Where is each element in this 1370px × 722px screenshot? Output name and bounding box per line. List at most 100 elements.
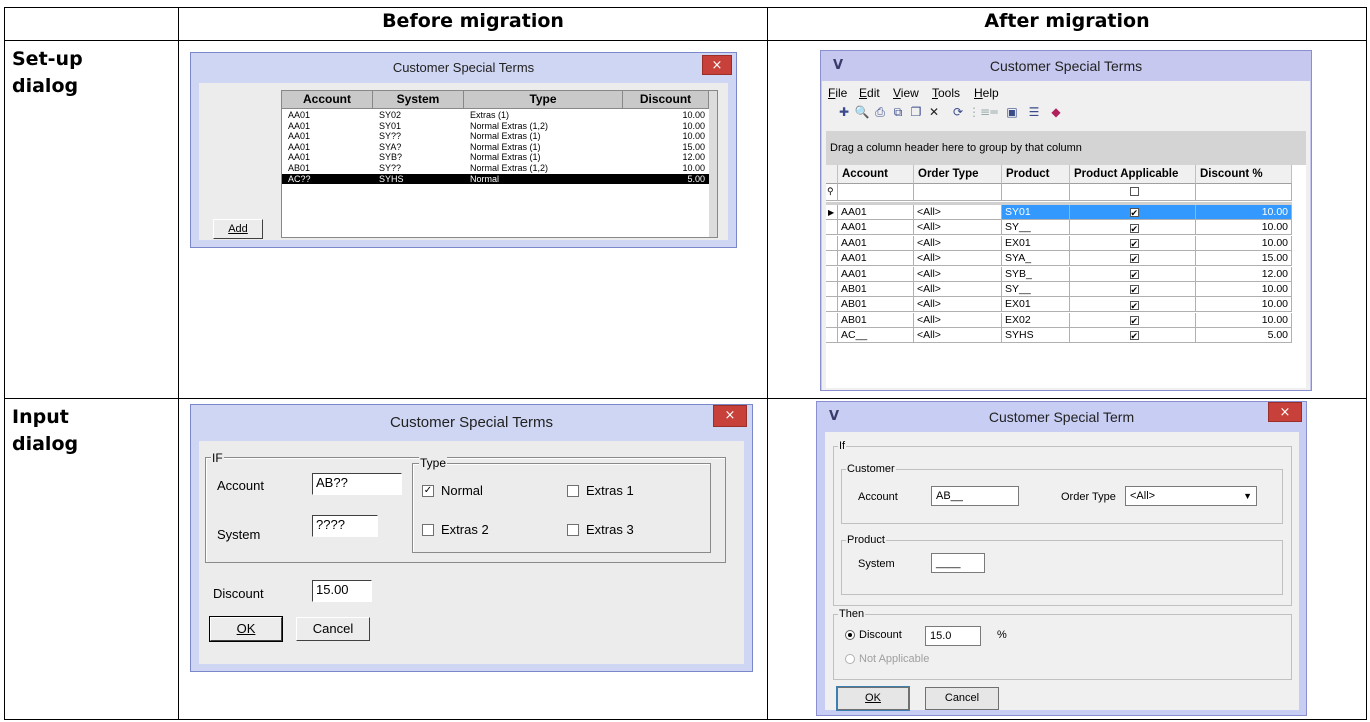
applicable-checkbox[interactable]: ✔ bbox=[1129, 331, 1139, 341]
row-header[interactable] bbox=[826, 297, 838, 313]
extras3-checkbox[interactable] bbox=[567, 524, 579, 536]
cell-order-type[interactable]: <All> bbox=[914, 297, 1002, 313]
ok-button[interactable]: OK bbox=[836, 686, 910, 711]
cell-product[interactable]: EX01 bbox=[1002, 235, 1070, 251]
applicable-cell[interactable]: ✔ bbox=[1070, 282, 1196, 297]
applicable-checkbox[interactable]: ✔ bbox=[1129, 285, 1139, 295]
list-item[interactable]: AB01 SY?? Normal Extras (1,2) 10.00 bbox=[282, 163, 709, 173]
cell-product[interactable]: SY__ bbox=[1002, 282, 1070, 297]
cell-product[interactable]: SYA_ bbox=[1002, 251, 1070, 267]
properties-icon[interactable]: ☰ bbox=[1026, 104, 1042, 120]
row-header[interactable] bbox=[826, 328, 838, 344]
cell-product[interactable]: SY01 bbox=[1002, 205, 1070, 220]
applicable-checkbox[interactable]: ✔ bbox=[1129, 223, 1139, 233]
cell-discount[interactable]: 5.00 bbox=[1196, 328, 1292, 344]
cell-discount[interactable]: 10.00 bbox=[1196, 220, 1292, 236]
preview-icon[interactable]: 🔍 bbox=[854, 104, 870, 120]
column-header[interactable]: Account bbox=[838, 165, 914, 184]
order-type-select[interactable]: <All> ▼ bbox=[1125, 486, 1257, 506]
column-header-type[interactable]: Type bbox=[464, 91, 623, 109]
extras1-checkbox[interactable] bbox=[567, 485, 579, 497]
applicable-checkbox[interactable]: ✔ bbox=[1129, 238, 1139, 248]
column-header-system[interactable]: System bbox=[373, 91, 464, 109]
applicable-cell[interactable]: ✔ bbox=[1070, 297, 1196, 313]
applicable-cell[interactable]: ✔ bbox=[1070, 328, 1196, 344]
applicable-checkbox[interactable]: ✔ bbox=[1129, 315, 1139, 325]
row-header[interactable] bbox=[826, 266, 838, 282]
normal-checkbox[interactable]: ✓ bbox=[422, 485, 434, 497]
new-icon[interactable]: ✚ bbox=[836, 104, 852, 120]
menu-edit[interactable]: Edit bbox=[859, 86, 880, 100]
list-item[interactable]: AA01 SY01 Normal Extras (1,2) 10.00 bbox=[282, 121, 709, 131]
cell-account[interactable]: AA01 bbox=[838, 251, 914, 267]
menu-tools[interactable]: Tools bbox=[932, 86, 960, 100]
row-header[interactable] bbox=[826, 235, 838, 251]
table-row[interactable]: AA01 <All> EX01 ✔ 10.00 bbox=[826, 235, 1292, 251]
discount-input[interactable]: 15.00 bbox=[312, 580, 372, 602]
cell-product[interactable]: SYB_ bbox=[1002, 266, 1070, 282]
applicable-checkbox[interactable]: ✔ bbox=[1129, 269, 1139, 279]
table-row[interactable]: AB01 <All> EX02 ✔ 10.00 bbox=[826, 312, 1292, 328]
applicable-cell[interactable]: ✔ bbox=[1070, 235, 1196, 251]
group-by-band[interactable]: Drag a column header here to group by th… bbox=[826, 131, 1306, 165]
applicable-cell[interactable]: ✔ bbox=[1070, 312, 1196, 328]
applicable-cell[interactable]: ✔ bbox=[1070, 220, 1196, 236]
menu-view[interactable]: View bbox=[893, 86, 919, 100]
table-row[interactable]: AB01 <All> EX01 ✔ 10.00 bbox=[826, 297, 1292, 313]
cell-discount[interactable]: 10.00 bbox=[1196, 205, 1292, 220]
delete-icon[interactable]: ✕ bbox=[926, 104, 942, 120]
account-input[interactable]: AB__ bbox=[931, 486, 1019, 506]
filter-row[interactable]: ⚲ bbox=[826, 184, 1292, 201]
row-header[interactable] bbox=[826, 251, 838, 267]
column-header[interactable]: Product Applicable bbox=[1070, 165, 1196, 184]
cell-order-type[interactable]: <All> bbox=[914, 312, 1002, 328]
filter-cell[interactable] bbox=[838, 184, 914, 201]
cell-product[interactable]: SY__ bbox=[1002, 220, 1070, 236]
cell-account[interactable]: AB01 bbox=[838, 312, 914, 328]
table-row[interactable]: AA01 <All> SYB_ ✔ 12.00 bbox=[826, 266, 1292, 282]
column-header-discount[interactable]: Discount bbox=[623, 91, 709, 109]
row-header[interactable] bbox=[826, 312, 838, 328]
cancel-button[interactable]: Cancel bbox=[925, 687, 999, 710]
column-header[interactable]: Order Type bbox=[914, 165, 1002, 184]
copy-row-icon[interactable]: ⧉ bbox=[890, 104, 906, 120]
list-item[interactable]: AA01 SY02 Extras (1) 10.00 bbox=[282, 110, 709, 120]
cell-product[interactable]: EX02 bbox=[1002, 312, 1070, 328]
terms-grid[interactable]: Drag a column header here to group by th… bbox=[826, 131, 1306, 388]
menu-file[interactable]: File bbox=[828, 86, 847, 100]
cell-account[interactable]: AA01 bbox=[838, 235, 914, 251]
filter-cell[interactable] bbox=[1002, 184, 1070, 201]
table-row[interactable]: AA01 <All> SY__ ✔ 10.00 bbox=[826, 220, 1292, 236]
applicable-checkbox[interactable]: ✔ bbox=[1129, 254, 1139, 264]
cell-account[interactable]: AA01 bbox=[838, 205, 914, 220]
cell-discount[interactable]: 10.00 bbox=[1196, 297, 1292, 313]
cell-account[interactable]: AB01 bbox=[838, 297, 914, 313]
cell-account[interactable]: AC__ bbox=[838, 328, 914, 344]
list-item[interactable]: AA01 SYA? Normal Extras (1) 15.00 bbox=[282, 142, 709, 152]
cell-discount[interactable]: 10.00 bbox=[1196, 282, 1292, 297]
export-icon[interactable]: ▣ bbox=[1004, 104, 1020, 120]
close-button[interactable]: × bbox=[713, 405, 747, 427]
cell-order-type[interactable]: <All> bbox=[914, 282, 1002, 297]
applicable-checkbox[interactable]: ✔ bbox=[1129, 300, 1139, 310]
system-input[interactable]: ???? bbox=[312, 515, 378, 537]
close-button[interactable]: × bbox=[702, 55, 732, 75]
cell-discount[interactable]: 10.00 bbox=[1196, 235, 1292, 251]
table-row[interactable]: AB01 <All> SY__ ✔ 10.00 bbox=[826, 282, 1292, 297]
cell-order-type[interactable]: <All> bbox=[914, 235, 1002, 251]
filter-checkbox[interactable] bbox=[1129, 187, 1139, 197]
old-terms-list[interactable]: Account System Type Discount AA01 SY02 Ext… bbox=[281, 90, 718, 238]
row-header[interactable] bbox=[826, 282, 838, 297]
cell-product[interactable]: SYHS bbox=[1002, 328, 1070, 344]
cell-product[interactable]: EX01 bbox=[1002, 297, 1070, 313]
applicable-cell[interactable]: ✔ bbox=[1070, 205, 1196, 220]
cell-discount[interactable]: 12.00 bbox=[1196, 266, 1292, 282]
applicable-cell[interactable]: ✔ bbox=[1070, 266, 1196, 282]
list-item[interactable]: AC?? SYHS Normal 5.00 bbox=[282, 173, 709, 184]
cell-order-type[interactable]: <All> bbox=[914, 205, 1002, 220]
system-input[interactable]: ____ bbox=[931, 553, 985, 573]
filter-icon[interactable]: ═ bbox=[986, 104, 1002, 120]
menu-help[interactable]: Help bbox=[974, 86, 999, 100]
applicable-cell[interactable]: ✔ bbox=[1070, 251, 1196, 267]
cell-order-type[interactable]: <All> bbox=[914, 251, 1002, 267]
